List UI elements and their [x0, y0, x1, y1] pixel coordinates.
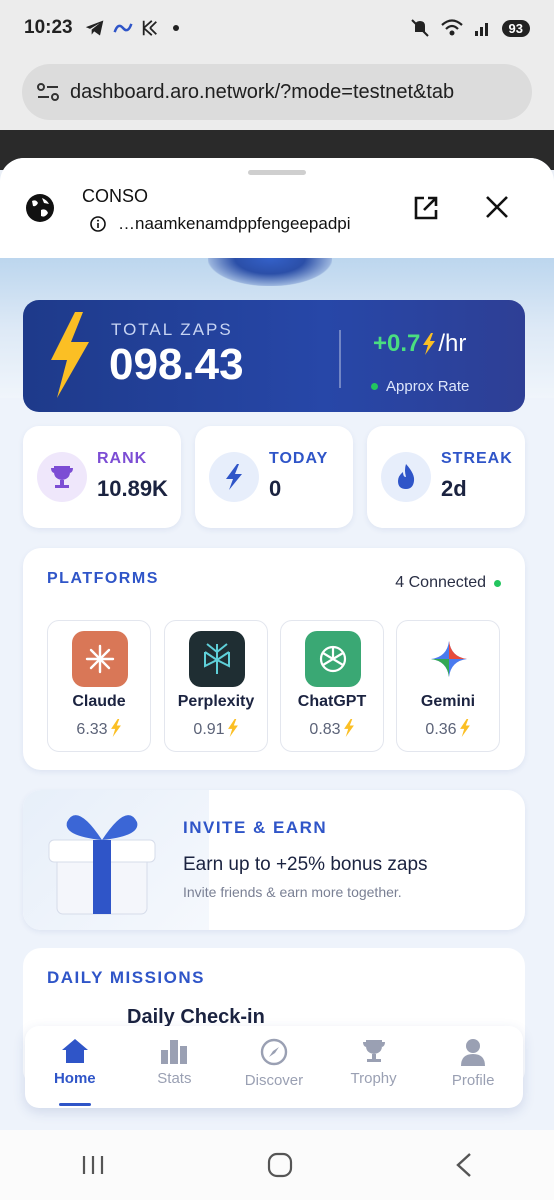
sheet-header: CONSO …naamkenamdppfengeepadpi: [0, 158, 554, 258]
invite-card[interactable]: INVITE & EARN Earn up to +25% bonus zaps…: [23, 790, 525, 930]
nav-trophy[interactable]: Trophy: [324, 1026, 424, 1108]
battery-level: 93: [501, 19, 530, 37]
telegram-icon: [85, 20, 103, 36]
divider: [339, 330, 341, 388]
total-zaps-value: 098.43: [109, 340, 244, 389]
nav-discover[interactable]: Discover: [224, 1026, 324, 1108]
rank-card[interactable]: RANK 10.89K: [23, 426, 181, 528]
home-icon: [61, 1039, 88, 1063]
meta-icon: [113, 23, 133, 33]
today-label: TODAY: [269, 450, 329, 467]
site-settings-icon[interactable]: [36, 82, 60, 102]
profile-icon: [461, 1039, 486, 1066]
nav-label: Profile: [451, 1072, 495, 1089]
globe-icon: [26, 194, 54, 222]
claude-icon: [85, 644, 115, 674]
platform-value: 0.36: [425, 721, 457, 738]
nav-stats[interactable]: Stats: [125, 1026, 225, 1108]
kraken-icon: [142, 20, 157, 36]
active-indicator: [58, 1103, 91, 1106]
platform-perplexity[interactable]: Perplexity 0.91: [164, 620, 268, 752]
url-text: dashboard.aro.network/?mode=testnet&tab: [70, 80, 455, 103]
platform-name: Claude: [72, 693, 126, 710]
nav-label: Discover: [244, 1072, 304, 1089]
custom-tab-sheet: CONSO …naamkenamdppfengeepadpi TOTAL ZAP…: [0, 158, 554, 1130]
today-value: 0: [269, 476, 282, 501]
rate-unit: /hr: [438, 330, 467, 357]
lightning-icon: [51, 312, 89, 398]
notification-dot-icon: [172, 25, 179, 31]
nav-label: Trophy: [350, 1070, 397, 1087]
trophy-icon: [362, 1040, 385, 1062]
sheet-url: …naamkenamdppfengeepadpi: [118, 214, 351, 233]
platform-name: Gemini: [420, 693, 476, 710]
home-button-icon[interactable]: [267, 1152, 293, 1178]
total-zaps-label: TOTAL ZAPS: [111, 320, 233, 339]
platform-chatgpt[interactable]: ChatGPT 0.83: [280, 620, 384, 752]
invite-subtitle: Invite friends & earn more together.: [183, 884, 402, 900]
connected-count: 4 Connected: [395, 574, 486, 591]
today-card[interactable]: TODAY 0: [195, 426, 353, 528]
streak-value: 2d: [441, 476, 467, 501]
lightning-icon: [423, 333, 436, 355]
total-zaps-card: TOTAL ZAPS 098.43 +0.7 /hr Approx Rate: [23, 300, 525, 412]
flame-icon: [398, 464, 415, 489]
info-icon[interactable]: [90, 216, 106, 232]
perplexity-icon: [204, 643, 230, 674]
mute-icon: [410, 19, 429, 37]
address-bar[interactable]: dashboard.aro.network/?mode=testnet&tab: [22, 64, 532, 120]
back-icon[interactable]: [454, 1152, 474, 1178]
mascot-image: [208, 258, 332, 286]
rate-value: +0.7: [373, 330, 421, 357]
drag-handle[interactable]: [248, 170, 306, 175]
missions-title: DAILY MISSIONS: [47, 968, 205, 987]
stats-icon: [161, 1040, 188, 1064]
platform-name: Perplexity: [177, 693, 255, 710]
status-bar: 10:23 93: [0, 0, 554, 56]
chatgpt-icon: [319, 645, 347, 673]
sheet-title: CONSO: [82, 186, 149, 206]
rank-value: 10.89K: [97, 476, 168, 501]
recents-icon[interactable]: [80, 1154, 106, 1176]
platform-claude[interactable]: Claude 6.33: [47, 620, 151, 752]
lightning-icon: [227, 719, 238, 737]
live-dot-icon: [371, 383, 378, 390]
nav-home[interactable]: Home: [25, 1026, 125, 1108]
lightning-icon: [110, 719, 121, 737]
platform-gemini[interactable]: Gemini 0.36: [396, 620, 500, 752]
close-icon[interactable]: [484, 194, 510, 220]
platform-value: 6.33: [76, 721, 108, 738]
clock: 10:23: [24, 17, 73, 38]
platform-name: ChatGPT: [297, 693, 367, 710]
gift-icon: [48, 815, 156, 915]
nav-label: Stats: [157, 1070, 192, 1087]
invite-title: INVITE & EARN: [183, 818, 328, 837]
trophy-icon: [51, 466, 73, 488]
gemini-icon: [431, 641, 467, 677]
browser-toolbar: dashboard.aro.network/?mode=testnet&tab: [0, 56, 554, 130]
wifi-icon: [440, 19, 463, 36]
platforms-title: PLATFORMS: [47, 570, 159, 587]
streak-label: STREAK: [441, 450, 513, 467]
gift-image: [23, 790, 209, 930]
status-dot-icon: [494, 579, 501, 587]
lightning-icon: [459, 719, 470, 737]
open-in-browser-icon[interactable]: [412, 194, 440, 222]
bottom-nav: Home Stats Discover Trophy Profile: [25, 1026, 523, 1108]
nav-label: Home: [53, 1070, 96, 1087]
platform-value: 0.83: [309, 721, 341, 738]
lightning-icon: [343, 719, 354, 737]
lightning-icon: [226, 464, 242, 490]
rank-label: RANK: [97, 450, 148, 467]
signal-icon: [474, 23, 488, 36]
platform-value: 0.91: [193, 721, 225, 738]
system-nav-bar: [0, 1130, 554, 1200]
streak-card[interactable]: STREAK 2d: [367, 426, 525, 528]
invite-headline: Earn up to +25% bonus zaps: [183, 854, 428, 875]
nav-profile[interactable]: Profile: [423, 1026, 523, 1108]
compass-icon: [260, 1038, 288, 1066]
platforms-card: PLATFORMS 4 Connected Claude 6.33 Perple…: [23, 548, 525, 770]
rate-label: Approx Rate: [386, 378, 470, 395]
